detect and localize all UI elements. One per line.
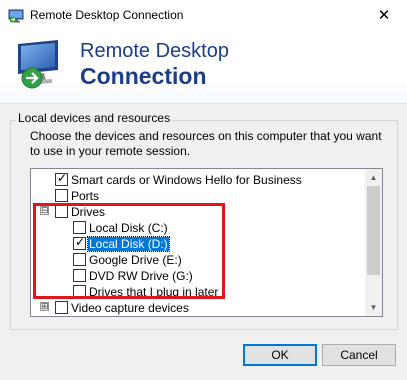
- scrollbar-thumb[interactable]: [367, 186, 380, 275]
- group-legend: Local devices and resources: [16, 111, 173, 125]
- tree-item-label: Ports: [71, 189, 100, 203]
- remote-desktop-icon: [8, 9, 24, 23]
- close-icon: ✕: [377, 7, 391, 24]
- header-banner: Remote Desktop Connection: [0, 31, 407, 104]
- highlight-box: [33, 203, 225, 299]
- group-description: Choose the devices and resources on this…: [30, 129, 382, 158]
- ok-button[interactable]: OK: [243, 344, 317, 366]
- scroll-up-arrow-icon[interactable]: ▲: [365, 169, 382, 186]
- remote-desktop-logo-icon: [18, 40, 58, 89]
- vertical-scrollbar[interactable]: ▲ ▼: [365, 169, 382, 316]
- banner-title-line1: Remote Desktop: [80, 40, 229, 62]
- tree-item-label: Video capture devices: [71, 301, 189, 315]
- checkbox-video-capture[interactable]: [55, 301, 68, 314]
- expand-icon[interactable]: ⊞: [40, 302, 49, 311]
- checkbox-ports[interactable]: [55, 189, 68, 202]
- banner-title-line2: Connection: [80, 63, 207, 89]
- scroll-down-arrow-icon[interactable]: ▼: [365, 299, 382, 316]
- close-button[interactable]: ✕: [361, 0, 407, 31]
- checkmark-icon: ✓: [57, 171, 68, 185]
- checkbox-smart-cards[interactable]: ✓: [55, 171, 68, 186]
- tree-item-label: Smart cards or Windows Hello for Busines…: [71, 173, 302, 187]
- title-bar: Remote Desktop Connection ✕: [0, 0, 407, 31]
- window-title: Remote Desktop Connection: [30, 8, 184, 22]
- cancel-button[interactable]: Cancel: [322, 344, 396, 366]
